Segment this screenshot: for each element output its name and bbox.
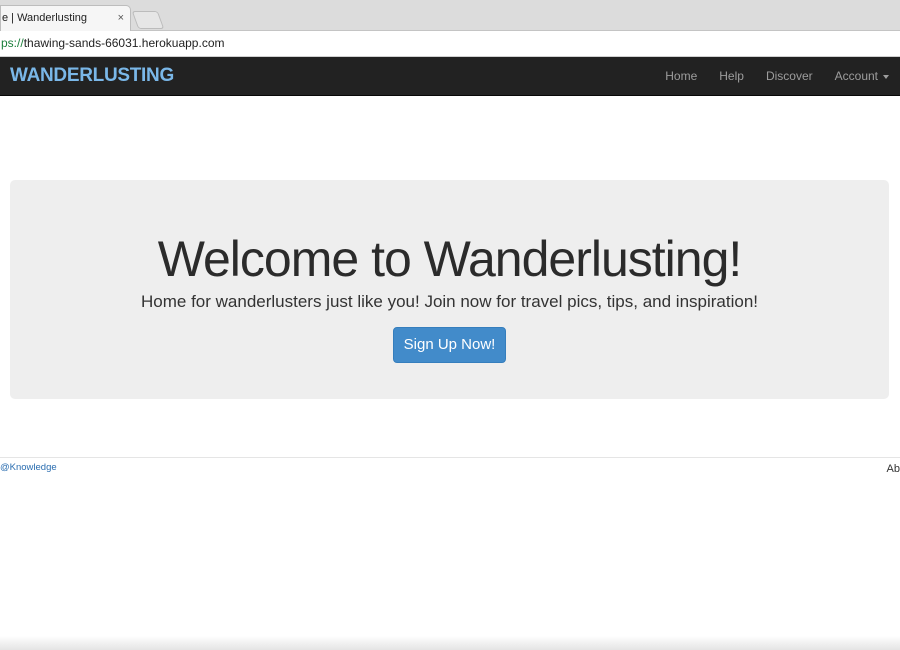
sign-up-button[interactable]: Sign Up Now!: [393, 327, 506, 363]
close-icon[interactable]: ×: [118, 6, 124, 30]
nav-links: Home Help Discover Account: [654, 57, 900, 95]
nav-discover-link[interactable]: Discover: [755, 57, 824, 95]
footer-divider: [0, 457, 900, 458]
navbar: WANDERLUSTING Home Help Discover Account: [0, 57, 900, 96]
address-scheme: ps://: [1, 36, 24, 50]
nav-account-dropdown[interactable]: Account: [824, 57, 900, 95]
address-url: thawing-sands-66031.herokuapp.com: [23, 36, 225, 50]
browser-tab[interactable]: e | Wanderlusting ×: [0, 5, 131, 31]
brand-logo-link[interactable]: WANDERLUSTING: [10, 57, 174, 95]
nav-home-link[interactable]: Home: [654, 57, 708, 95]
footer-about-link[interactable]: Ab: [887, 463, 900, 475]
nav-help-link[interactable]: Help: [708, 57, 755, 95]
hero-title: Welcome to Wanderlusting!: [157, 231, 743, 287]
browser-tabstrip: e | Wanderlusting ×: [0, 0, 900, 31]
hero-jumbotron: Welcome to Wanderlusting! Home for wande…: [10, 180, 889, 399]
nav-account-label: Account: [834, 69, 878, 83]
new-tab-button[interactable]: [131, 11, 165, 29]
address-bar[interactable]: ps://thawing-sands-66031.herokuapp.com: [0, 31, 900, 57]
browser-tab-title: e | Wanderlusting: [2, 12, 87, 24]
window-bottom-shadow: [0, 636, 900, 650]
footer-credit-link[interactable]: @Knowledge: [0, 462, 57, 473]
hero-subtitle: Home for wanderlusters just like you! Jo…: [141, 292, 758, 311]
caret-down-icon: [883, 74, 889, 79]
